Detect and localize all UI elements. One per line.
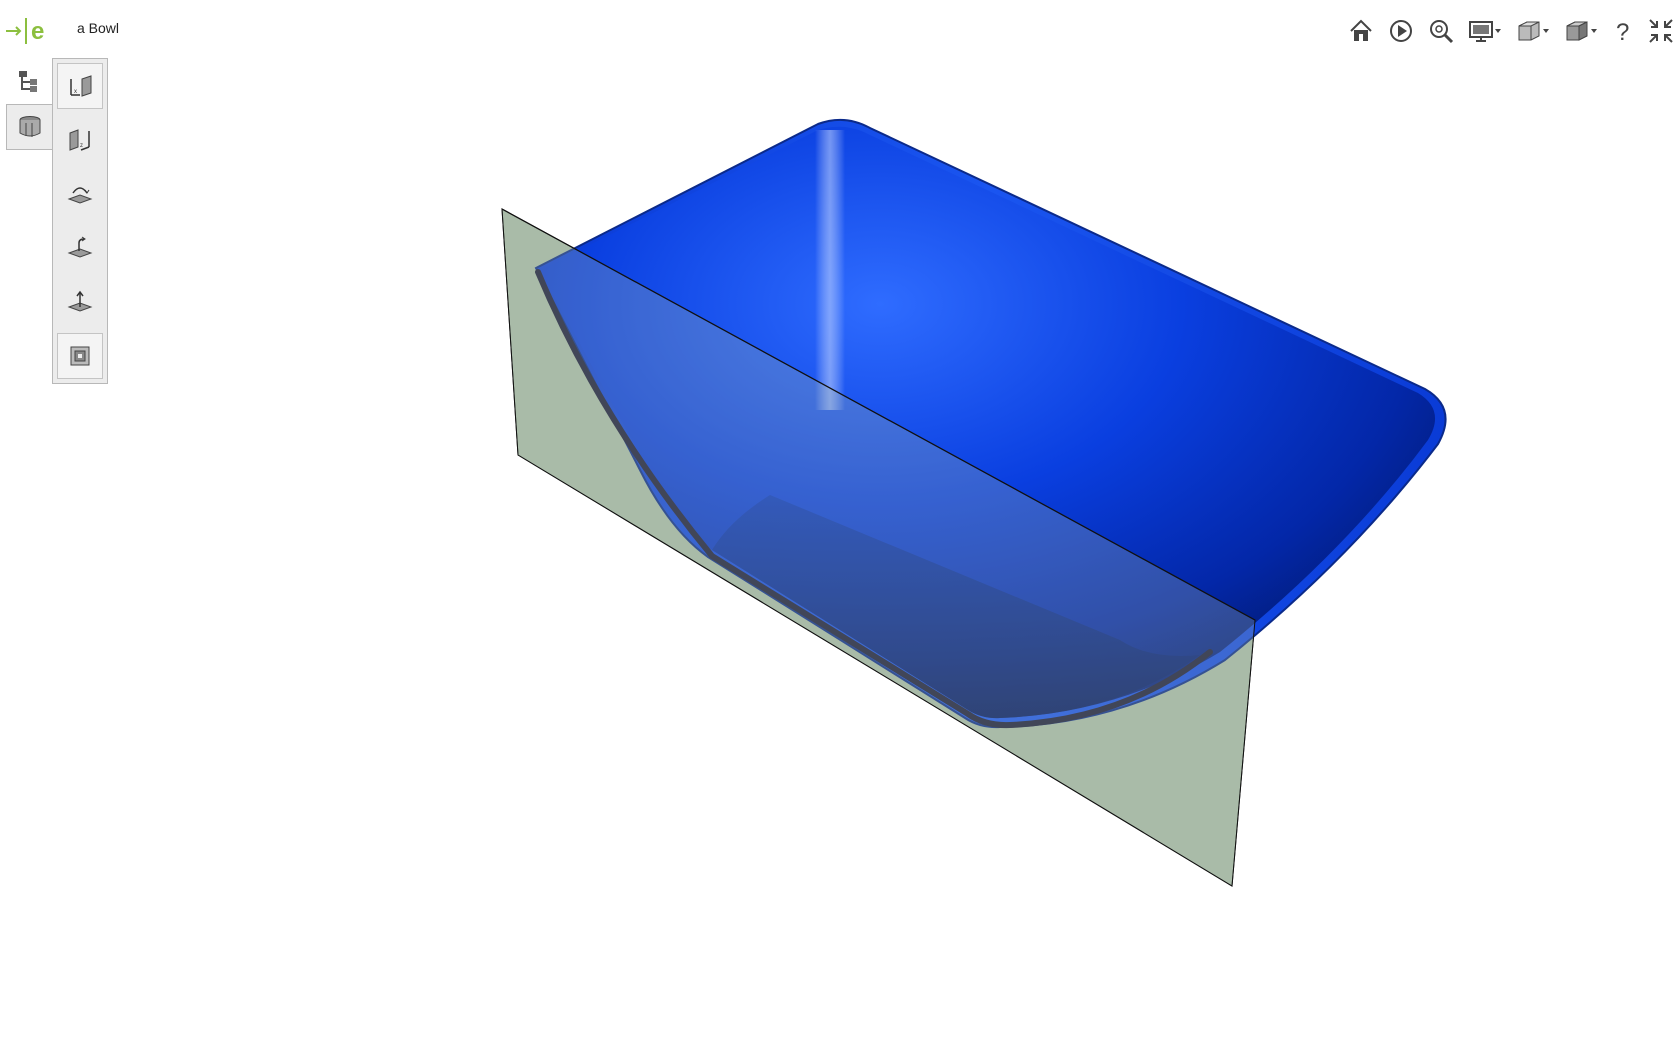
- plane-orientation-icon: [67, 236, 93, 258]
- yz-plane-view-button[interactable]: z: [57, 117, 103, 163]
- zoom-fit-icon: [1430, 20, 1454, 44]
- display-mode-button[interactable]: [1468, 14, 1502, 48]
- display-mode-icon: [1469, 21, 1501, 42]
- section-view-button[interactable]: [57, 333, 103, 379]
- shading-style-icon: [1566, 21, 1597, 41]
- document-title: a Bowl: [77, 20, 120, 36]
- svg-text:x: x: [74, 89, 77, 95]
- help-button[interactable]: ?: [1612, 14, 1634, 48]
- xy-plane-view-icon: x: [70, 75, 92, 97]
- rotate-about-plane-icon: [67, 187, 93, 204]
- zoom-fit-button[interactable]: [1428, 14, 1454, 48]
- exit-fullscreen-icon: [1649, 19, 1673, 43]
- xy-plane-view-button[interactable]: x: [57, 63, 103, 109]
- app-window: e a Bowl x z ?: [0, 0, 1680, 1050]
- home-icon: [1350, 19, 1372, 41]
- view-toolbar: ?: [1334, 14, 1674, 48]
- rotate-about-plane-button[interactable]: [57, 171, 103, 217]
- view-orientation-icon: [1518, 21, 1549, 41]
- svg-text:e: e: [31, 18, 44, 45]
- normal-axis-button[interactable]: [57, 279, 103, 325]
- svg-text:?: ?: [1616, 19, 1629, 44]
- feature-tree-icon: [19, 71, 37, 92]
- yz-plane-view-icon: z: [69, 129, 90, 151]
- view-tools-panel: x z: [52, 58, 108, 384]
- svg-text:z: z: [80, 143, 83, 149]
- section-view-icon: [70, 346, 90, 366]
- plane-orientation-button[interactable]: [57, 225, 103, 271]
- app-logo[interactable]: e: [6, 14, 50, 48]
- exit-fullscreen-button[interactable]: [1648, 14, 1674, 48]
- part-display-tab[interactable]: [6, 104, 52, 150]
- normal-axis-icon: [67, 290, 93, 312]
- model-canvas[interactable]: [0, 0, 1680, 1050]
- play-animation-button[interactable]: [1388, 14, 1414, 48]
- help-icon: ?: [1616, 19, 1629, 44]
- shading-style-button[interactable]: [1564, 14, 1598, 48]
- part-display-icon: [19, 116, 40, 137]
- graphics-viewport[interactable]: [0, 0, 1680, 1050]
- play-animation-icon: [1390, 20, 1412, 42]
- app-logo-icon: e: [6, 18, 44, 45]
- left-tab-strip: [6, 58, 52, 150]
- feature-tree-tab[interactable]: [6, 58, 52, 104]
- bowl-highlight: [815, 130, 845, 410]
- home-view-button[interactable]: [1348, 14, 1374, 48]
- view-orientation-button[interactable]: [1516, 14, 1550, 48]
